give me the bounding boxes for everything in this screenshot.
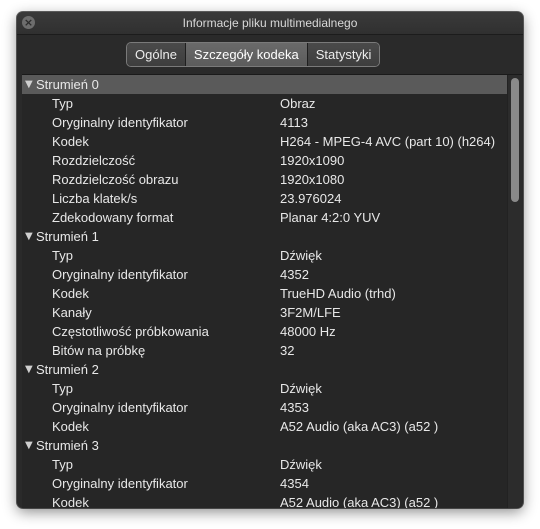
property-value: 3F2M/LFE [280, 305, 341, 320]
property-value: 4113 [280, 115, 308, 130]
property-key: Oryginalny identyfikator [52, 115, 188, 130]
property-row[interactable]: Liczba klatek/s 23.976024 [22, 189, 508, 208]
property-key: Typ [52, 457, 73, 472]
property-value: 4354 [280, 476, 309, 491]
property-value: TrueHD Audio (trhd) [280, 286, 396, 301]
property-row[interactable]: Oryginalny identyfikator 4113 [22, 113, 508, 132]
stream-label: Strumień 1 [36, 229, 99, 244]
property-key: Bitów na próbkę [52, 343, 146, 358]
property-row[interactable]: Typ Dźwięk [22, 455, 508, 474]
property-value: Planar 4:2:0 YUV [280, 210, 381, 225]
vertical-scrollbar[interactable] [507, 75, 522, 508]
property-key: Oryginalny identyfikator [52, 476, 188, 491]
property-key: Kodek [52, 419, 89, 434]
property-key: Oryginalny identyfikator [52, 400, 188, 415]
tab-statistics[interactable]: Statystyki [307, 43, 380, 66]
property-key: Liczba klatek/s [52, 191, 138, 206]
property-row[interactable]: Kodek H264 - MPEG-4 AVC (part 10) (h264) [22, 132, 508, 151]
property-row[interactable]: Typ Obraz [22, 94, 508, 113]
property-value: 1920x1090 [280, 153, 345, 168]
property-value: 4352 [280, 267, 309, 282]
property-value: 32 [280, 343, 295, 358]
property-key: Rozdzielczość [52, 153, 136, 168]
media-info-window: × Informacje pliku multimedialnego Ogóln… [17, 12, 523, 508]
property-value: H264 - MPEG-4 AVC (part 10) (h264) [280, 134, 496, 149]
property-key: Kodek [52, 134, 89, 149]
property-row[interactable]: Bitów na próbkę 32 [22, 341, 508, 360]
property-value: 1920x1080 [280, 172, 345, 187]
property-row[interactable]: Typ Dźwięk [22, 379, 508, 398]
scrollbar-thumb[interactable] [511, 78, 519, 202]
property-key: Kodek [52, 286, 89, 301]
property-value: 23.976024 [280, 191, 342, 206]
stream-label: Strumień 3 [36, 438, 99, 453]
stream-label: Strumień 0 [36, 77, 99, 92]
window-title: Informacje pliku multimedialnego [182, 16, 358, 30]
tab-codec-details[interactable]: Szczegóły kodeka [185, 43, 308, 66]
property-row[interactable]: Zdekodowany format Planar 4:2:0 YUV [22, 208, 508, 227]
property-key: Częstotliwość próbkowania [52, 324, 209, 339]
codec-details-panel: ▼ Strumień 0 Typ Obraz Oryginalny identyfika… [22, 74, 522, 508]
property-key: Zdekodowany format [52, 210, 174, 225]
property-row[interactable]: Rozdzielczość obrazu 1920x1080 [22, 170, 508, 189]
property-row[interactable]: Kanały 3F2M/LFE [22, 303, 508, 322]
stream-header[interactable]: ▼ Strumień 0 [22, 75, 508, 94]
property-value: 48000 Hz [280, 324, 336, 339]
property-row[interactable]: Typ Dźwięk [22, 246, 508, 265]
property-value: 4353 [280, 400, 309, 415]
property-key: Kodek [52, 495, 89, 508]
property-row[interactable]: Częstotliwość próbkowania 48000 Hz [22, 322, 508, 341]
property-row[interactable]: Oryginalny identyfikator 4353 [22, 398, 508, 417]
tab-bar: Ogólne Szczegóły kodeka Statystyki [126, 42, 381, 67]
stream-header[interactable]: ▼ Strumień 2 [22, 360, 508, 379]
property-row[interactable]: Rozdzielczość 1920x1090 [22, 151, 508, 170]
property-key: Typ [52, 96, 73, 111]
property-value: A52 Audio (aka AC3) (a52 ) [280, 495, 439, 508]
property-row[interactable]: Kodek A52 Audio (aka AC3) (a52 ) [22, 493, 508, 508]
property-key: Rozdzielczość obrazu [52, 172, 179, 187]
property-row[interactable]: Kodek A52 Audio (aka AC3) (a52 ) [22, 417, 508, 436]
tab-general[interactable]: Ogólne [127, 43, 186, 66]
property-key: Typ [52, 381, 73, 396]
codec-tree: ▼ Strumień 0 Typ Obraz Oryginalny identyfika… [22, 75, 508, 508]
property-row[interactable]: Oryginalny identyfikator 4354 [22, 474, 508, 493]
property-key: Typ [52, 248, 73, 263]
title-bar[interactable]: × Informacje pliku multimedialnego [17, 12, 523, 35]
stream-header[interactable]: ▼ Strumień 1 [22, 227, 508, 246]
property-value: Dźwięk [280, 248, 322, 263]
property-row[interactable]: Oryginalny identyfikator 4352 [22, 265, 508, 284]
property-value: A52 Audio (aka AC3) (a52 ) [280, 419, 439, 434]
property-value: Dźwięk [280, 381, 322, 396]
stream-label: Strumień 2 [36, 362, 99, 377]
property-value: Dźwięk [280, 457, 322, 472]
stream-header[interactable]: ▼ Strumień 3 [22, 436, 508, 455]
property-key: Kanały [52, 305, 92, 320]
property-key: Oryginalny identyfikator [52, 267, 188, 282]
property-row[interactable]: Kodek TrueHD Audio (trhd) [22, 284, 508, 303]
property-value: Obraz [280, 96, 316, 111]
